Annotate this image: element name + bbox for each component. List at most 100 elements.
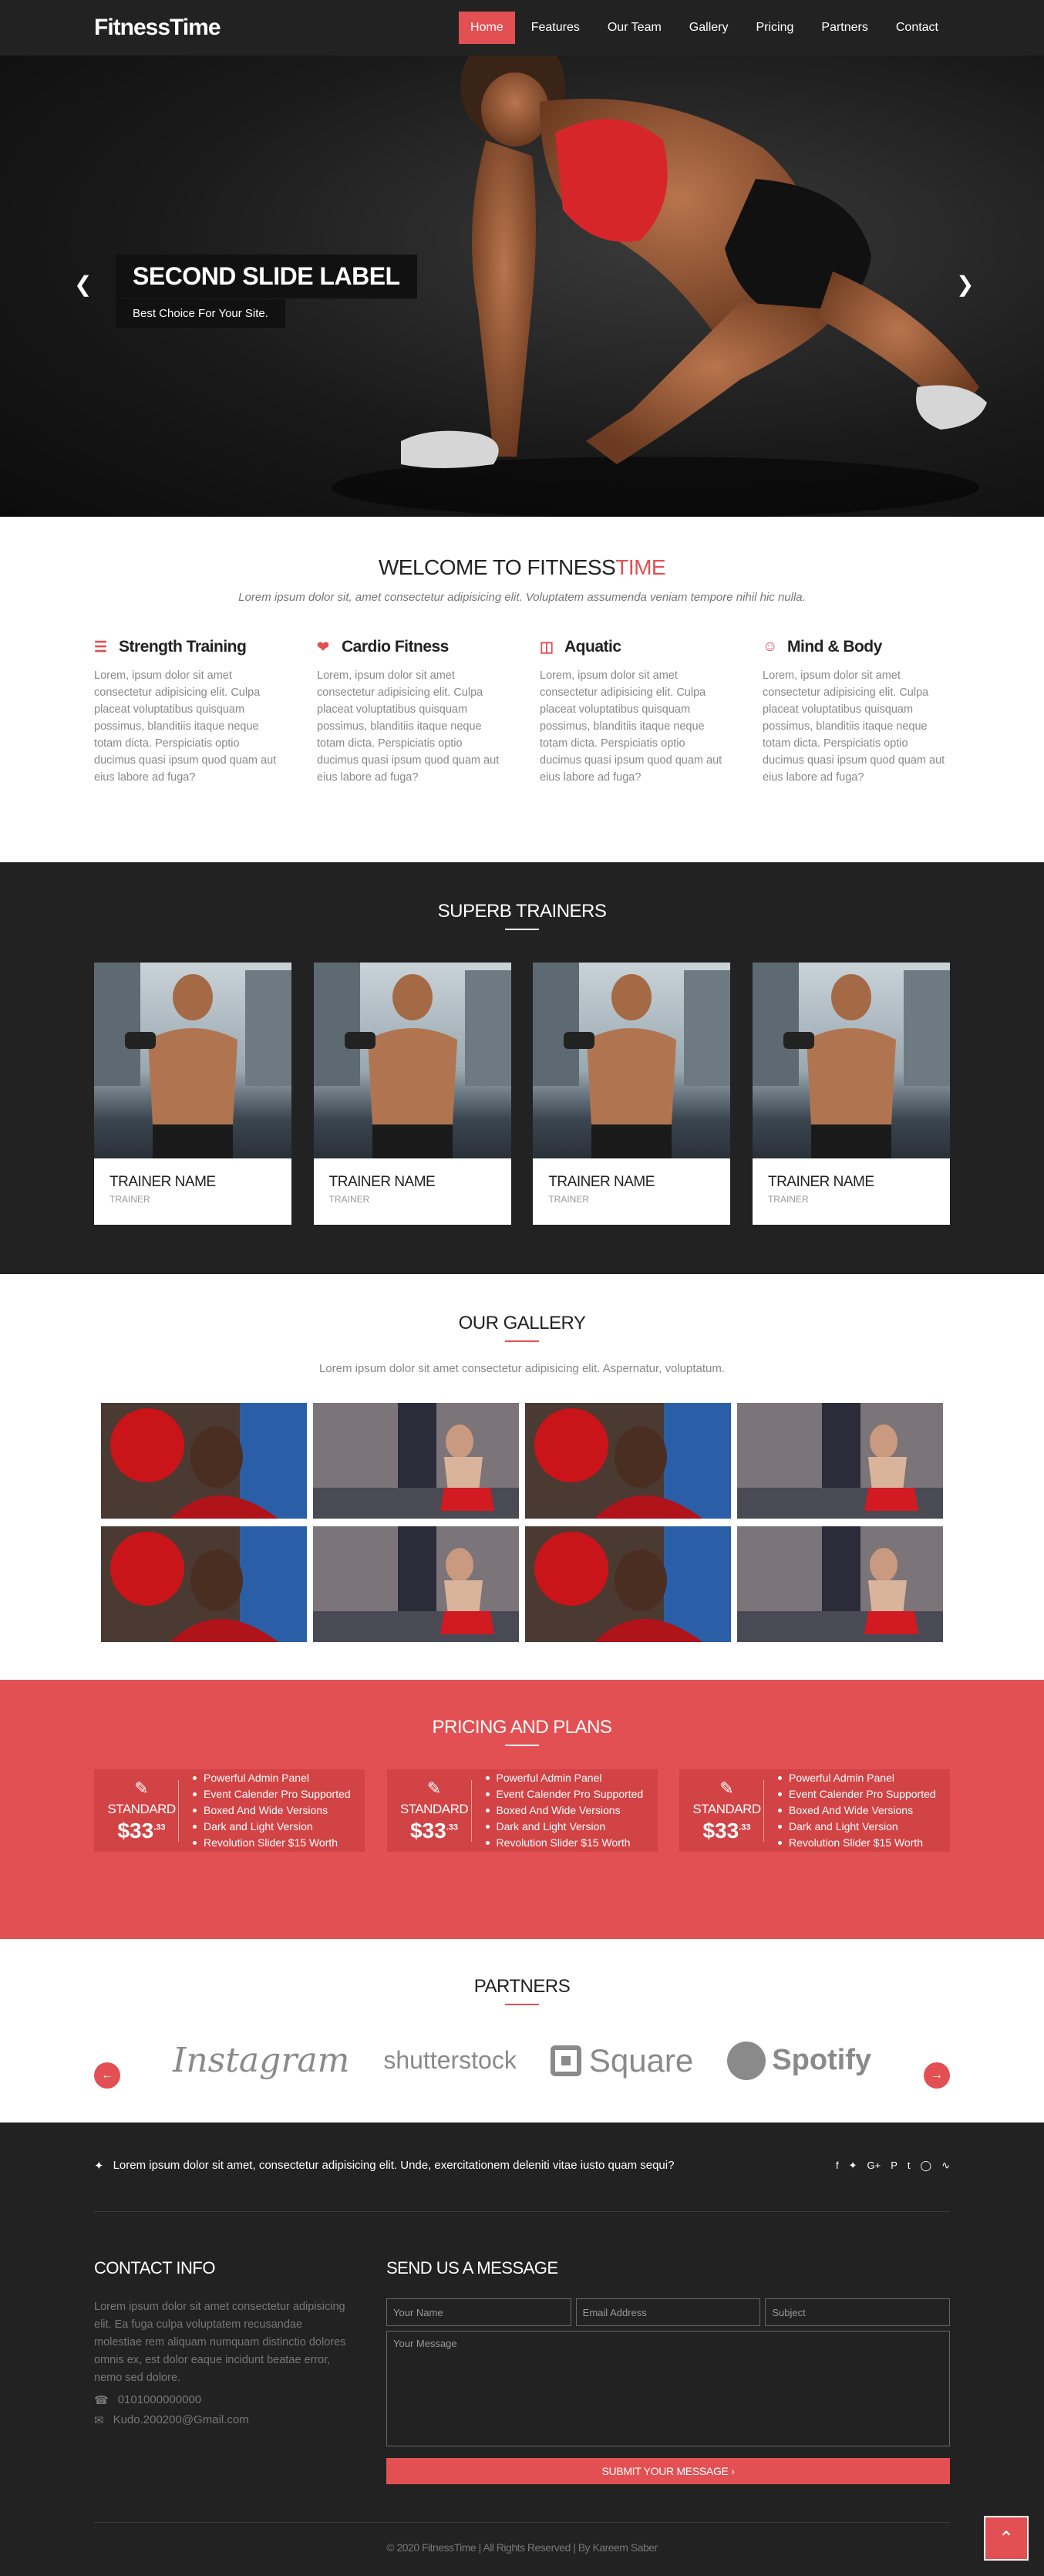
partners-title: PARTNERS xyxy=(473,1976,571,1997)
gallery-image-kickboxer[interactable] xyxy=(313,1403,519,1519)
chevron-right-icon: › xyxy=(731,2465,735,2477)
plan-features: Powerful Admin Panel Event Calender Pro … xyxy=(764,1770,936,1851)
plan-name: STANDARD xyxy=(692,1801,761,1816)
partner-logo-shutterstock[interactable]: shutterstock xyxy=(383,2046,517,2075)
hero-carousel: SECOND SLIDE LABEL Best Choice For Your … xyxy=(0,56,1044,517)
trainer-name: TRAINER NAME xyxy=(328,1174,436,1190)
trainer-name: TRAINER NAME xyxy=(767,1174,874,1190)
trainer-card[interactable]: TRAINER NAME TRAINER xyxy=(752,963,950,1225)
email-input[interactable] xyxy=(575,2298,761,2326)
tumblr-icon[interactable]: t xyxy=(908,2160,911,2172)
feature-title: Aquatic xyxy=(564,638,621,656)
pricing-card[interactable]: ✎ STANDARD $33.33 Powerful Admin Panel E… xyxy=(386,1769,658,1852)
welcome-title: WELCOME TO FITNESSTIME xyxy=(94,517,950,580)
tweet-row: ✦ Lorem ipsum dolor sit amet, consectetur… xyxy=(94,2123,950,2212)
gallery-image-kickboxer[interactable] xyxy=(313,1526,519,1642)
nav-menu: Home Features Our Team Gallery Pricing P… xyxy=(459,12,950,44)
subject-input[interactable] xyxy=(765,2298,951,2326)
gallery-image-boxer[interactable] xyxy=(101,1526,307,1642)
submit-button[interactable]: SUBMIT YOUR MESSAGE › xyxy=(386,2458,950,2484)
plan-feature: Dark and Light Version xyxy=(485,1819,644,1835)
partner-logo-square[interactable]: Square xyxy=(550,2042,693,2079)
chevron-right-icon[interactable]: ❯ xyxy=(956,271,974,297)
title-underline xyxy=(505,1745,539,1746)
feature-text: Lorem, ipsum dolor sit amet consectetur … xyxy=(317,669,500,784)
pencil-icon: ✎ xyxy=(134,1778,149,1798)
trainer-card[interactable]: TRAINER NAME TRAINER xyxy=(94,963,291,1225)
trainer-name: TRAINER NAME xyxy=(548,1174,655,1190)
plan-features: Powerful Admin Panel Event Calender Pro … xyxy=(472,1770,644,1851)
nav-item-gallery[interactable]: Gallery xyxy=(678,12,740,44)
slide-subtitle: Best Choice For Your Site. xyxy=(116,299,285,328)
google-plus-icon[interactable]: G+ xyxy=(867,2160,881,2172)
plan-price: $33.33 xyxy=(410,1819,458,1843)
partner-logo-instagram[interactable]: Instagram xyxy=(173,2041,349,2080)
facebook-icon[interactable]: f xyxy=(836,2160,839,2172)
feature-card: ☰ Strength Training Lorem, ipsum dolor si… xyxy=(94,638,281,786)
chevron-left-icon[interactable]: ❮ xyxy=(74,271,92,297)
brand-logo[interactable]: FitnessTime xyxy=(94,15,221,41)
rss-icon[interactable]: ∿ xyxy=(941,2160,950,2172)
plan-price-cents: .33 xyxy=(153,1822,166,1833)
gallery-lead: Lorem ipsum dolor sit amet consectetur a… xyxy=(318,1362,726,1375)
back-to-top-button[interactable]: ⌃ xyxy=(984,2516,1029,2561)
trainers-title: SUPERB TRAINERS xyxy=(437,901,607,922)
nav-item-home[interactable]: Home xyxy=(459,12,515,44)
partner-logo-spotify-label: Spotify xyxy=(772,2044,872,2076)
trainer-photo xyxy=(313,963,511,1158)
nav-item-features[interactable]: Features xyxy=(520,12,591,44)
nav-item-contact[interactable]: Contact xyxy=(884,12,950,44)
trainer-name: TRAINER NAME xyxy=(109,1174,216,1190)
phone-icon: ☎ xyxy=(94,2394,109,2407)
trainers-row: TRAINER NAME TRAINER TRAINER NAME TRAINER … xyxy=(94,963,950,1225)
trainer-photo xyxy=(94,963,291,1158)
arrow-left-icon[interactable]: ← xyxy=(94,2062,120,2089)
twitter-icon[interactable]: ✦ xyxy=(849,2160,857,2172)
plan-feature: Revolution Slider $15 Worth xyxy=(778,1835,936,1851)
plan-feature: Revolution Slider $15 Worth xyxy=(485,1835,644,1851)
gallery-image-boxer[interactable] xyxy=(525,1403,731,1519)
plan-feature: Powerful Admin Panel xyxy=(778,1770,936,1786)
contact-info: CONTACT INFO Lorem ipsum dolor sit amet … xyxy=(94,2258,349,2484)
plan-price-main: $33 xyxy=(702,1818,739,1843)
nav-item-partners[interactable]: Partners xyxy=(810,12,879,44)
plan-name: STANDARD xyxy=(107,1801,176,1816)
plan-price-main: $33 xyxy=(117,1818,154,1843)
gallery-image-kickboxer[interactable] xyxy=(737,1403,943,1519)
plan-feature: Event Calender Pro Supported xyxy=(778,1786,936,1802)
plan-price: $33.33 xyxy=(117,1819,165,1843)
welcome-lead: Lorem ipsum dolor sit, amet consectetur … xyxy=(238,591,806,604)
pinterest-icon[interactable]: P xyxy=(891,2160,898,2172)
pricing-card[interactable]: ✎ STANDARD $33.33 Powerful Admin Panel E… xyxy=(94,1769,365,1852)
arrow-right-icon[interactable]: → xyxy=(924,2062,950,2089)
instagram-icon[interactable]: ◯ xyxy=(921,2160,932,2172)
social-links: f ✦ G+ P t ◯ ∿ xyxy=(836,2160,950,2172)
pricing-card[interactable]: ✎ STANDARD $33.33 Powerful Admin Panel E… xyxy=(679,1769,950,1852)
gallery-image-kickboxer[interactable] xyxy=(737,1526,943,1642)
gallery-image-boxer[interactable] xyxy=(525,1526,731,1642)
plan-price-main: $33 xyxy=(409,1818,446,1843)
feature-card: ◫ Aquatic Lorem, ipsum dolor sit amet con… xyxy=(540,638,727,786)
gallery-title: OUR GALLERY xyxy=(458,1313,586,1334)
feature-card: ☺ Mind & Body Lorem, ipsum dolor sit amet… xyxy=(763,638,950,786)
nav-item-pricing[interactable]: Pricing xyxy=(744,12,805,44)
heartbeat-icon: ❤ xyxy=(317,639,329,656)
plan-feature: Event Calender Pro Supported xyxy=(485,1786,643,1802)
contact-title: CONTACT INFO xyxy=(94,2258,215,2278)
name-input[interactable] xyxy=(386,2298,571,2326)
gallery-image-boxer[interactable] xyxy=(101,1403,307,1519)
trainer-card[interactable]: TRAINER NAME TRAINER xyxy=(533,963,731,1225)
plan-feature: Powerful Admin Panel xyxy=(193,1770,351,1786)
nav-item-our-team[interactable]: Our Team xyxy=(596,12,673,44)
trash-icon: ◫ xyxy=(540,639,554,656)
pricing-title: PRICING AND PLANS xyxy=(432,1717,612,1738)
partner-logo-spotify[interactable]: Spotify xyxy=(727,2041,872,2080)
trainer-photo xyxy=(752,963,950,1158)
trainer-card[interactable]: TRAINER NAME TRAINER xyxy=(313,963,511,1225)
latest-tweet: ✦ Lorem ipsum dolor sit amet, consectetur… xyxy=(94,2159,674,2173)
trainer-role: TRAINER xyxy=(767,1194,809,1205)
partners-section: PARTNERS Instagram shutterstock Square S… xyxy=(0,1939,1044,2123)
message-textarea[interactable] xyxy=(386,2331,950,2446)
contact-text: Lorem ipsum dolor sit amet consectetur a… xyxy=(94,2301,346,2384)
list-icon: ☰ xyxy=(94,639,107,656)
